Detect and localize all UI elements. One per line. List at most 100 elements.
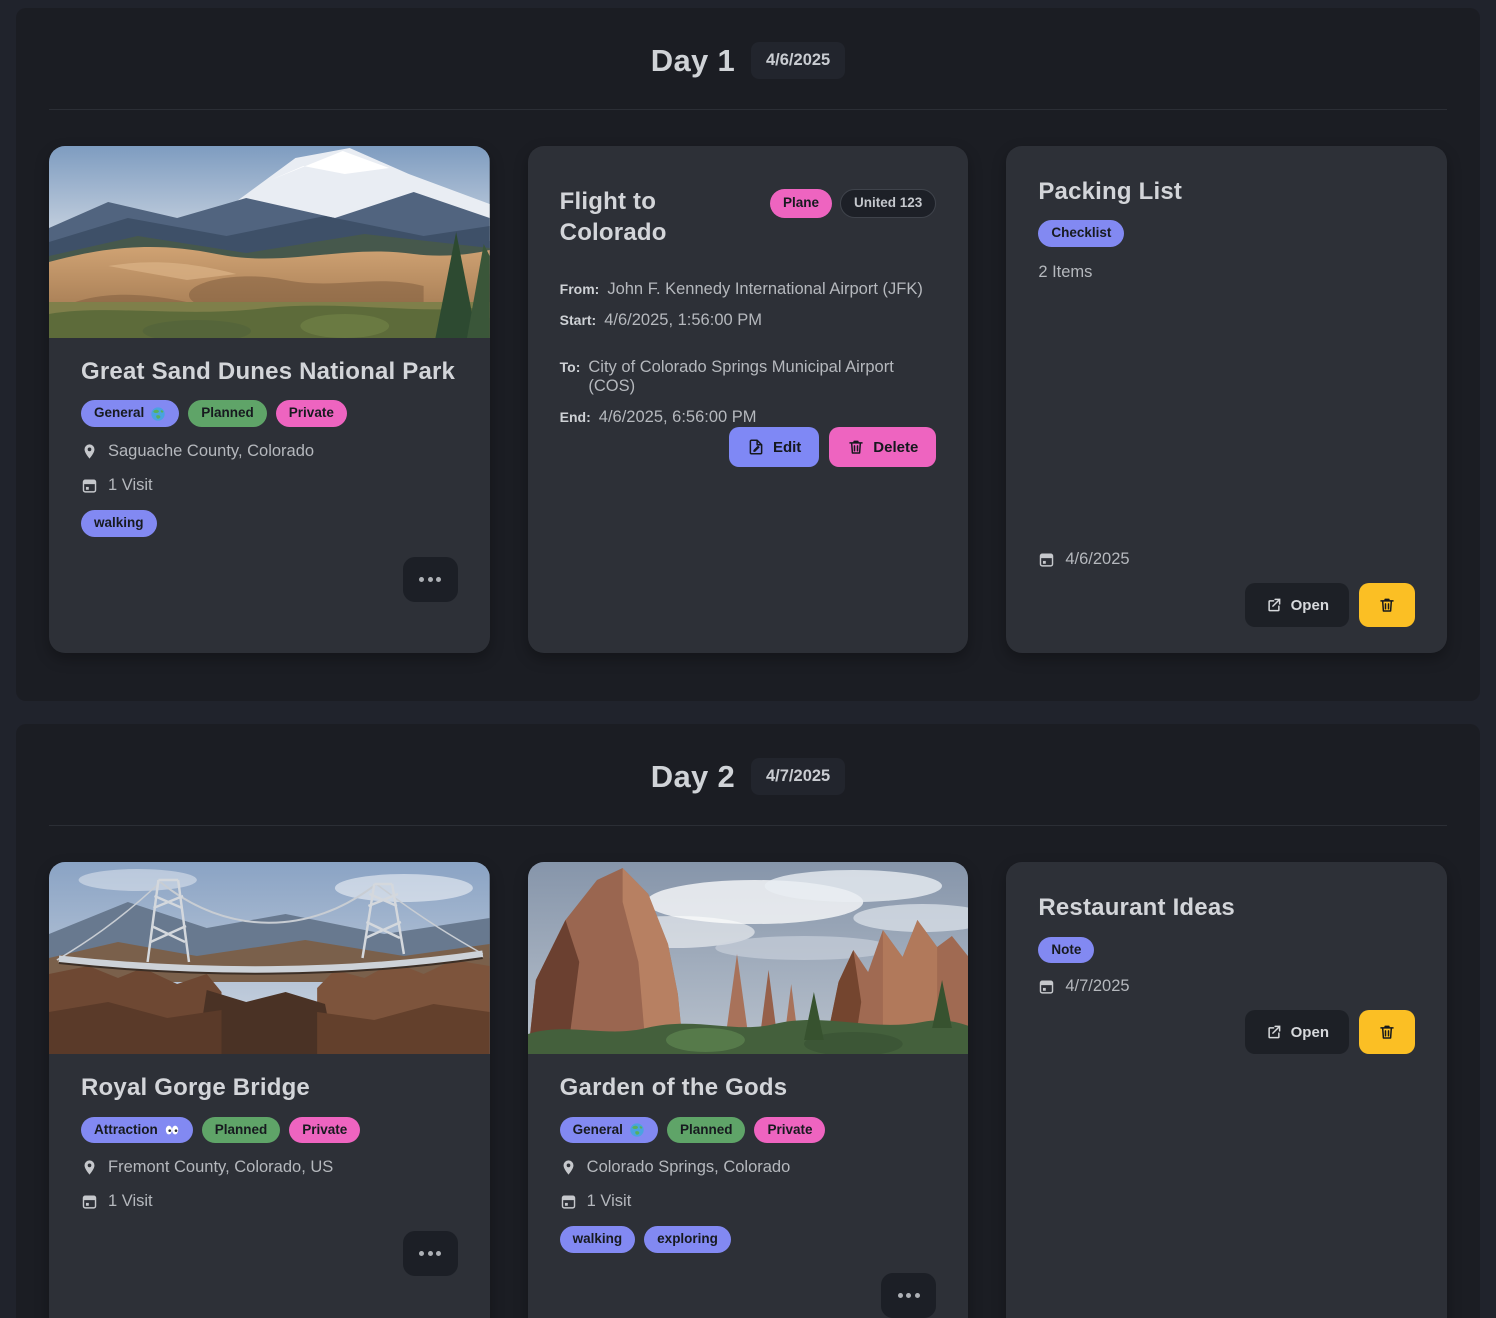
open-button-label: Open xyxy=(1291,1025,1329,1040)
trash-icon xyxy=(1378,596,1396,614)
checklist-badge-row: Checklist xyxy=(1038,220,1415,247)
badge-row: General Planned Private xyxy=(81,400,458,427)
end-value: 4/6/2025, 6:56:00 PM xyxy=(599,408,757,427)
adventure-photo-bridge xyxy=(49,862,490,1054)
trash-icon xyxy=(847,438,865,456)
adventure-card-royal-gorge[interactable]: Royal Gorge Bridge Attraction Planned Pr… xyxy=(49,862,490,1318)
end-label: End: xyxy=(560,409,591,425)
location-pin-icon xyxy=(81,1159,98,1176)
flight-card-body: Flight to Colorado Plane United 123 From… xyxy=(528,146,969,653)
adventure-card-body: Garden of the Gods General Planned Priva… xyxy=(528,1054,969,1318)
private-badge: Private xyxy=(289,1117,360,1144)
external-link-icon xyxy=(1265,1023,1283,1041)
eyes-icon xyxy=(164,1122,180,1138)
rocks-photo-illustration xyxy=(528,862,969,1054)
flight-title: Flight to Colorado xyxy=(560,186,760,248)
tag: walking xyxy=(81,510,157,537)
private-badge: Private xyxy=(754,1117,825,1144)
day-2-title: Day 2 xyxy=(651,759,735,795)
category-badge-label: General xyxy=(573,1121,623,1140)
calendar-icon xyxy=(1038,551,1055,568)
location-row: Saguache County, Colorado xyxy=(81,442,458,461)
more-options-button[interactable] xyxy=(403,557,458,602)
tag-row: walking xyxy=(81,510,458,537)
day-1-header: Day 1 4/6/2025 xyxy=(16,8,1480,79)
location-pin-icon xyxy=(81,443,98,460)
day-2-divider xyxy=(49,825,1447,826)
tag-row: walking exploring xyxy=(560,1226,937,1253)
dunes-photo-illustration xyxy=(49,146,490,338)
category-badge-label: General xyxy=(94,404,144,423)
calendar-icon xyxy=(81,477,98,494)
checklist-badge: Checklist xyxy=(1038,220,1124,247)
location-row: Fremont County, Colorado, US xyxy=(81,1158,458,1177)
checklist-date-text: 4/6/2025 xyxy=(1065,550,1129,569)
delete-note-button[interactable] xyxy=(1359,1010,1415,1054)
location-text: Fremont County, Colorado, US xyxy=(108,1158,333,1177)
delete-checklist-button[interactable] xyxy=(1359,583,1415,627)
flight-pills: Plane United 123 xyxy=(770,186,936,218)
note-badge: Note xyxy=(1038,937,1094,964)
note-card-body: Restaurant Ideas Note 4/7/2025 Open xyxy=(1006,862,1447,1318)
day-2-cards: Royal Gorge Bridge Attraction Planned Pr… xyxy=(49,862,1447,1318)
visits-row: 1 Visit xyxy=(81,1192,458,1211)
start-value: 4/6/2025, 1:56:00 PM xyxy=(604,311,762,330)
category-badge: General xyxy=(81,400,179,427)
edit-button[interactable]: Edit xyxy=(729,427,819,467)
start-row: Start: 4/6/2025, 1:56:00 PM xyxy=(560,311,937,330)
flight-actions: Edit Delete xyxy=(560,427,937,627)
note-card-restaurant-ideas: Restaurant Ideas Note 4/7/2025 Open xyxy=(1006,862,1447,1318)
note-date-row: 4/7/2025 xyxy=(1038,977,1415,996)
badge-row: General Planned Private xyxy=(560,1117,937,1144)
external-link-icon xyxy=(1265,596,1283,614)
day-2-date-badge: 4/7/2025 xyxy=(751,758,845,795)
open-button[interactable]: Open xyxy=(1245,583,1349,627)
day-2-header: Day 2 4/7/2025 xyxy=(16,724,1480,795)
transport-type-badge: Plane xyxy=(770,189,832,218)
adventure-card-body: Royal Gorge Bridge Attraction Planned Pr… xyxy=(49,1054,490,1318)
location-pin-icon xyxy=(560,1159,577,1176)
adventure-title: Garden of the Gods xyxy=(560,1072,937,1103)
more-options-button[interactable] xyxy=(403,1231,458,1276)
visits-text: 1 Visit xyxy=(108,1192,153,1211)
day-1-section: Day 1 4/6/2025 xyxy=(16,8,1480,701)
items-count-text: 2 Items xyxy=(1038,263,1092,282)
adventure-card-body: Great Sand Dunes National Park General P… xyxy=(49,338,490,653)
calendar-icon xyxy=(81,1193,98,1210)
adventure-card-garden-of-the-gods[interactable]: Garden of the Gods General Planned Priva… xyxy=(528,862,969,1318)
day-2-section: Day 2 4/7/2025 xyxy=(16,724,1480,1318)
location-row: Colorado Springs, Colorado xyxy=(560,1158,937,1177)
checklist-title: Packing List xyxy=(1038,176,1415,207)
checklist-actions: Open xyxy=(1038,583,1415,627)
edit-icon xyxy=(747,438,765,456)
calendar-icon xyxy=(560,1193,577,1210)
open-button[interactable]: Open xyxy=(1245,1010,1349,1054)
to-value: City of Colorado Springs Municipal Airpo… xyxy=(588,358,936,396)
visits-row: 1 Visit xyxy=(560,1192,937,1211)
adventure-photo-rocks xyxy=(528,862,969,1054)
from-label: From: xyxy=(560,281,600,297)
adventure-title: Royal Gorge Bridge xyxy=(81,1072,458,1103)
ellipsis-icon xyxy=(419,1251,424,1256)
bridge-photo-illustration xyxy=(49,862,490,1054)
note-actions: Open xyxy=(1038,1010,1415,1054)
flight-header: Flight to Colorado Plane United 123 xyxy=(560,186,937,248)
adventure-photo-dunes xyxy=(49,146,490,338)
delete-button[interactable]: Delete xyxy=(829,427,936,467)
end-row: End: 4/6/2025, 6:56:00 PM xyxy=(560,408,937,427)
tag: exploring xyxy=(644,1226,731,1253)
from-value: John F. Kennedy International Airport (J… xyxy=(607,280,923,299)
visits-text: 1 Visit xyxy=(108,476,153,495)
checklist-card-packing-list: Packing List Checklist 2 Items 4/6/2025 xyxy=(1006,146,1447,653)
to-label: To: xyxy=(560,359,581,375)
tag: walking xyxy=(560,1226,636,1253)
more-options-button[interactable] xyxy=(881,1273,936,1318)
transportation-card-flight: Flight to Colorado Plane United 123 From… xyxy=(528,146,969,653)
adventure-card-great-sand-dunes[interactable]: Great Sand Dunes National Park General P… xyxy=(49,146,490,653)
to-row: To: City of Colorado Springs Municipal A… xyxy=(560,358,937,396)
start-label: Start: xyxy=(560,312,597,328)
note-badge-row: Note xyxy=(1038,937,1415,964)
from-row: From: John F. Kennedy International Airp… xyxy=(560,280,937,299)
ellipsis-icon xyxy=(419,577,424,582)
calendar-icon xyxy=(1038,978,1055,995)
